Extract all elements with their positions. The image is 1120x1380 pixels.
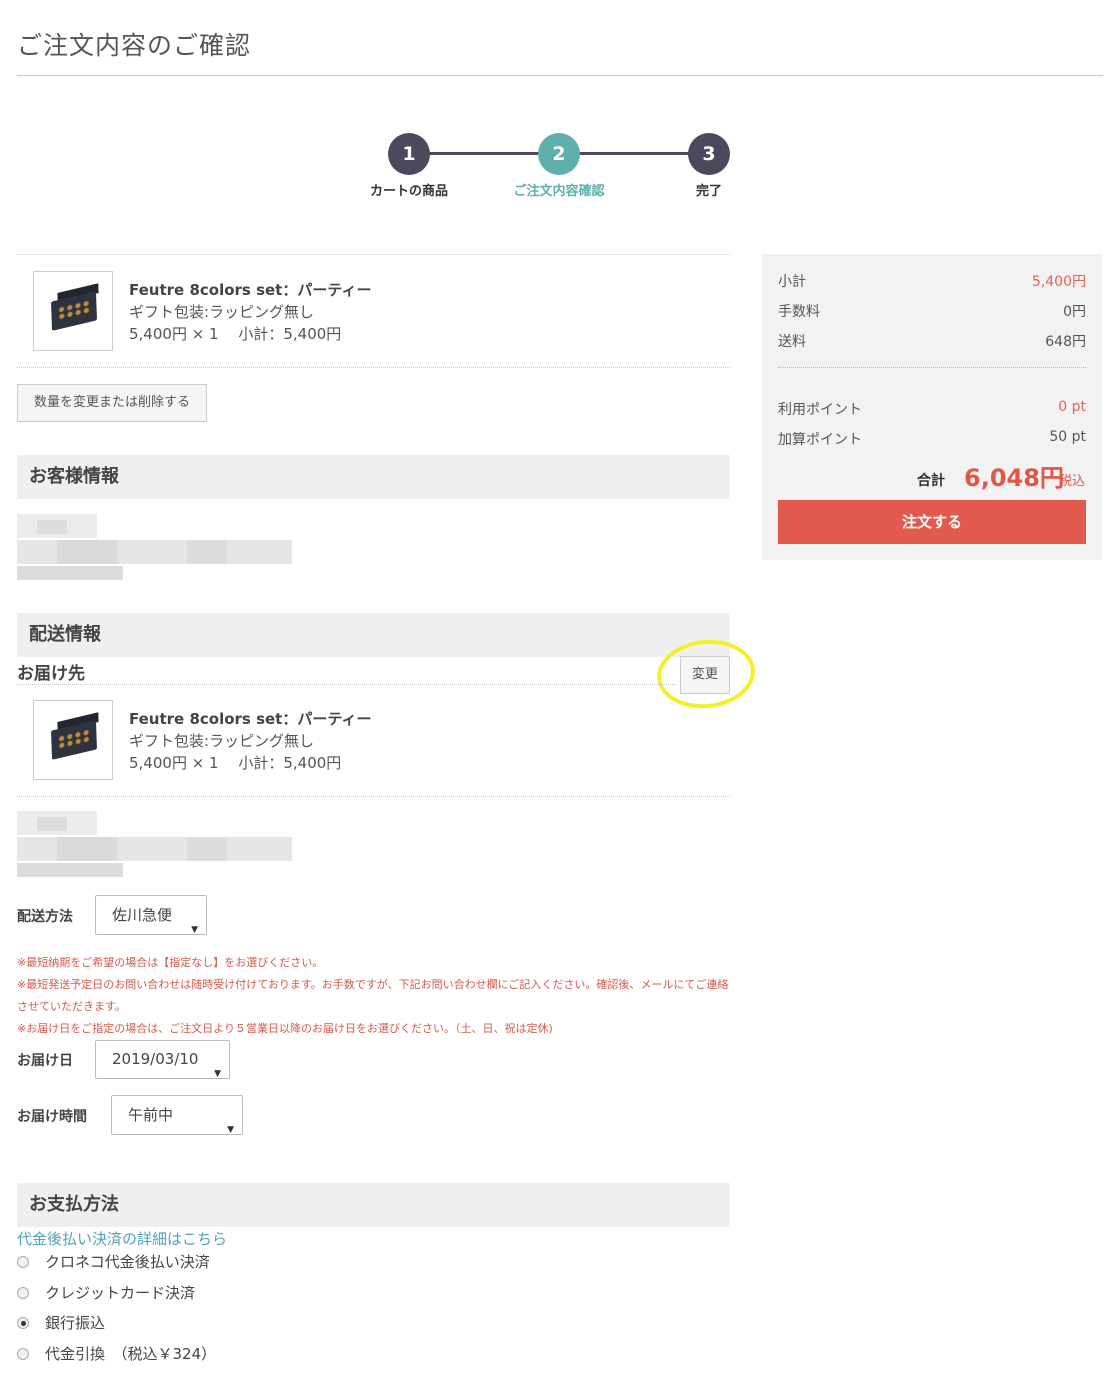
delivery-date-value: 2019/03/10: [112, 1050, 199, 1068]
earned-points-label: 加算ポイント: [778, 432, 862, 448]
place-order-button[interactable]: 注文する: [778, 500, 1086, 544]
shipping-fee-label: 送料: [778, 334, 806, 350]
product-option: ギフト包装:ラッピング無し: [129, 732, 315, 750]
destination-label: お届け先: [17, 664, 85, 684]
title-divider: [17, 75, 1103, 76]
subtotal-row: 小計 5,400円: [778, 271, 1086, 291]
delivery-notice: ※最短発送予定日のお問い合わせは随時受け付けております。お手数ですが、下記お問い…: [17, 978, 729, 1013]
payment-option-label: クレジットカード決済: [45, 1284, 196, 1302]
divider: [17, 367, 730, 368]
shipping-method-label: 配送方法: [17, 909, 73, 925]
product-name: Feutre 8colors set：パーティー: [129, 281, 372, 299]
used-points-value: 0 pt: [1058, 399, 1086, 415]
payment-option[interactable]: クレジットカード決済: [17, 1282, 195, 1303]
shipping-fee-row: 送料 648円: [778, 331, 1086, 351]
delivery-time-value: 午前中: [128, 1106, 174, 1124]
delivery-notice: ※最短納期をご希望の場合は【指定なし】をお選びください。: [17, 956, 324, 969]
delivery-time-select[interactable]: 午前中 ▼: [111, 1095, 243, 1135]
step-3-label: 完了: [695, 184, 722, 199]
subtotal-value: 5,400円: [1031, 274, 1086, 290]
payment-option[interactable]: 代金引換 （税込￥324）: [17, 1343, 216, 1364]
payment-option[interactable]: 銀行振込: [17, 1312, 105, 1333]
fee-row: 手数料 0円: [778, 301, 1086, 321]
checkout-stepper: 1 2 3 カートの商品 ご注文内容確認 完了: [350, 133, 770, 203]
chevron-down-icon: ▼: [191, 925, 198, 935]
step-2-circle: 2: [538, 133, 580, 175]
radio-button[interactable]: [17, 1256, 29, 1268]
tax-included-label: 税込: [1059, 474, 1086, 489]
product-price-line: 5,400円 × 1 小計：5,400円: [129, 325, 342, 343]
fee-label: 手数料: [778, 304, 820, 320]
shipping-info-heading: 配送情報: [17, 613, 730, 657]
shipping-fee-value: 648円: [1045, 334, 1086, 350]
delivery-time-label: お届け時間: [17, 1109, 87, 1125]
total-label: 合計: [917, 473, 945, 489]
step-1-label: カートの商品: [369, 184, 448, 199]
chevron-down-icon: ▼: [214, 1068, 221, 1079]
payment-heading: お支払方法: [17, 1183, 730, 1227]
step-1-circle: 1: [388, 133, 430, 175]
delivery-date-label: お届け日: [17, 1053, 73, 1069]
payment-option-label: 銀行振込: [45, 1314, 106, 1332]
product-thumbnail: [33, 700, 113, 780]
subtotal-label: 小計: [778, 274, 806, 290]
product-option: ギフト包装:ラッピング無し: [129, 303, 315, 321]
total-value: 6,048円: [964, 464, 1064, 492]
radio-button[interactable]: [17, 1317, 29, 1329]
payment-option-label: クロネコ代金後払い決済: [45, 1253, 210, 1271]
payment-option-label: 代金引換 （税込￥324）: [45, 1345, 217, 1363]
divider: [17, 254, 730, 255]
step-connector: [559, 152, 709, 155]
delivery-notice: ※お届け日をご指定の場合は、ご注文日より５営業日以降のお届け日をお選びください。…: [17, 1022, 553, 1035]
earned-points-row: 加算ポイント 50 pt: [778, 429, 1086, 449]
customer-info-heading: お客様情報: [17, 455, 730, 499]
shipping-address-redacted: [17, 811, 292, 877]
step-connector: [409, 152, 559, 155]
shipping-method-value: 佐川急便: [112, 906, 173, 924]
customer-info-redacted: [17, 514, 292, 580]
payment-option[interactable]: クロネコ代金後払い決済: [17, 1251, 210, 1272]
divider: [17, 684, 677, 685]
product-thumbnail: [33, 271, 113, 351]
fee-value: 0円: [1063, 304, 1086, 320]
radio-button[interactable]: [17, 1348, 29, 1360]
divider: [17, 796, 730, 797]
chevron-down-icon: ▼: [227, 1125, 234, 1135]
order-summary-panel: 小計 5,400円 手数料 0円 送料 648円 利用ポイント 0 pt 加算ポ…: [762, 254, 1102, 560]
page-title: ご注文内容のご確認: [17, 31, 252, 60]
deferred-payment-detail-link[interactable]: 代金後払い決済の詳細はこちら: [17, 1228, 227, 1249]
divider: [778, 367, 1086, 368]
step-3-circle: 3: [688, 133, 730, 175]
earned-points-value: 50 pt: [1049, 429, 1086, 445]
used-points-label: 利用ポイント: [778, 402, 862, 418]
change-quantity-button[interactable]: 数量を変更または削除する: [17, 384, 207, 422]
radio-button[interactable]: [17, 1287, 29, 1299]
product-name: Feutre 8colors set：パーティー: [129, 710, 372, 728]
step-2-label: ご注文内容確認: [513, 184, 605, 199]
delivery-date-select[interactable]: 2019/03/10 ▼: [95, 1040, 230, 1079]
product-price-line: 5,400円 × 1 小計：5,400円: [129, 754, 342, 772]
used-points-row: 利用ポイント 0 pt: [778, 399, 1086, 419]
shipping-method-select[interactable]: 佐川急便 ▼: [95, 895, 207, 935]
